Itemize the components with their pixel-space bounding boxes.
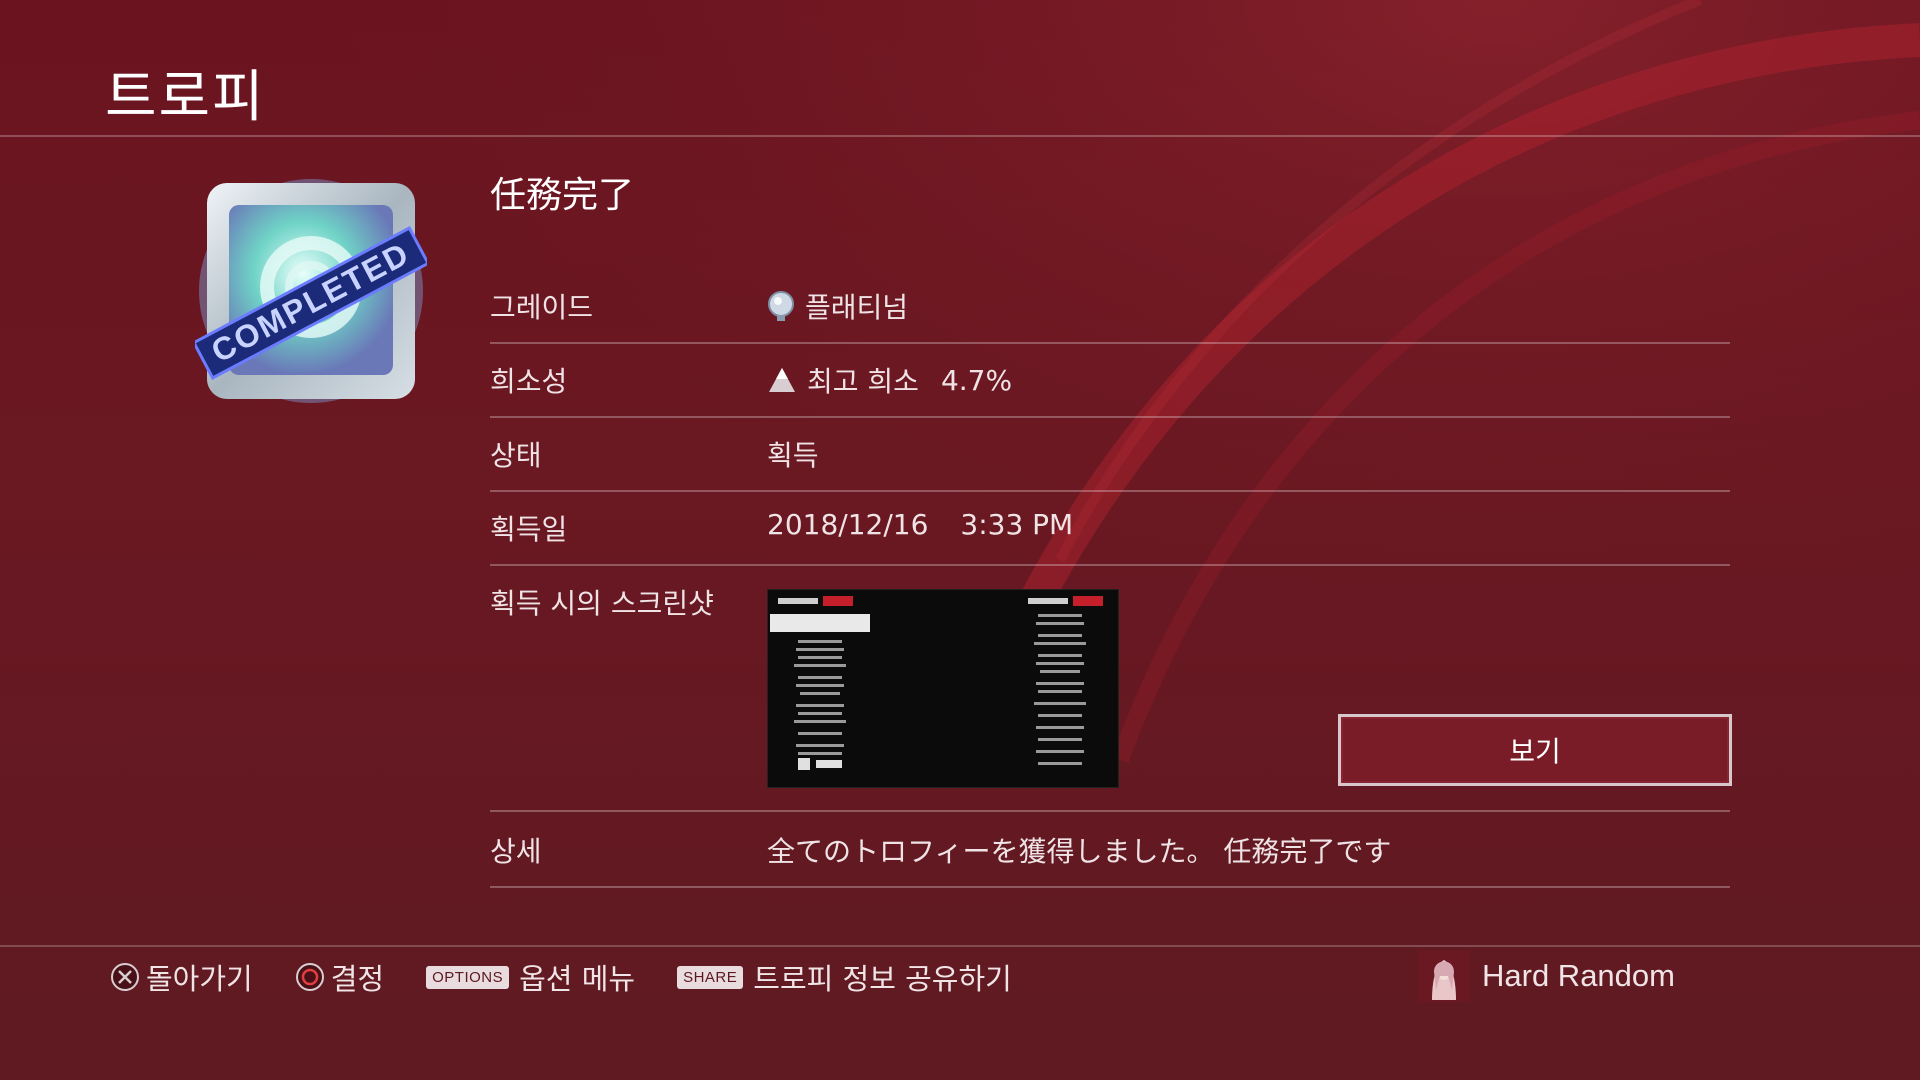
view-screenshot-button[interactable]: 보기: [1338, 714, 1732, 786]
earned-date: 2018/12/16: [767, 508, 929, 541]
earned-date-row: 획득일 2018/12/16 3:33 PM: [490, 490, 1730, 566]
description-row: 상세 全てのトロフィーを獲得しました。 任務完了です: [490, 812, 1730, 888]
trophy-screenshot-thumbnail: [767, 589, 1119, 788]
rarity-label: 희소성: [490, 365, 568, 398]
circle-button-icon: [295, 963, 324, 991]
share-label: 트로피 정보 공유하기: [753, 962, 1012, 996]
earned-time: 3:33 PM: [960, 508, 1074, 541]
earned-date-label: 획득일: [490, 513, 568, 546]
options-control[interactable]: OPTIONS 옵션 메뉴: [426, 956, 635, 998]
footer-controls: 돌아가기 결정 OPTIONS 옵션 메뉴 SHARE 트로피 정보 공유하기: [110, 952, 1054, 1002]
share-control[interactable]: SHARE 트로피 정보 공유하기: [677, 956, 1012, 998]
description-value: 全てのトロフィーを獲得しました。 任務完了です: [767, 835, 1392, 868]
back-control[interactable]: 돌아가기: [110, 956, 253, 998]
options-label: 옵션 메뉴: [519, 962, 636, 996]
screenshot-label: 획득 시의 스크린샷: [490, 587, 714, 620]
grade-row: 그레이드 플래티넘: [490, 268, 1730, 344]
status-row: 상태 획득: [490, 416, 1730, 492]
grade-label: 그레이드: [490, 291, 594, 324]
confirm-control[interactable]: 결정: [295, 956, 384, 998]
rarity-pyramid-icon: [769, 368, 795, 392]
rarity-row: 희소성 최고 희소 4.7%: [490, 342, 1730, 418]
back-label: 돌아가기: [146, 962, 253, 996]
description-label: 상세: [490, 835, 542, 868]
trophy-name: 任務完了: [490, 175, 635, 216]
status-label: 상태: [490, 439, 542, 472]
rarity-text: 최고 희소: [807, 365, 919, 398]
page-title: 트로피: [105, 65, 266, 130]
share-key-icon: SHARE: [677, 965, 744, 989]
rarity-percent: 4.7%: [940, 363, 1013, 397]
user-profile[interactable]: Hard Random: [1418, 948, 1675, 1004]
rarity-value: 최고 희소 4.7%: [767, 360, 1012, 400]
platinum-trophy-icon: [768, 291, 794, 321]
user-name: Hard Random: [1482, 958, 1675, 993]
status-value: 획득: [767, 439, 819, 472]
footer-divider: [0, 945, 1920, 947]
trophy-completed-icon: COMPLETED: [195, 179, 427, 403]
grade-text: 플래티넘: [805, 291, 909, 324]
avatar: [1418, 950, 1470, 1002]
cross-button-icon: [111, 963, 139, 991]
earned-date-value: 2018/12/16 3:33 PM: [767, 508, 1073, 541]
header-divider: [0, 135, 1920, 137]
options-key-icon: OPTIONS: [426, 965, 510, 989]
confirm-label: 결정: [330, 962, 385, 996]
grade-value: 플래티넘: [767, 286, 908, 326]
